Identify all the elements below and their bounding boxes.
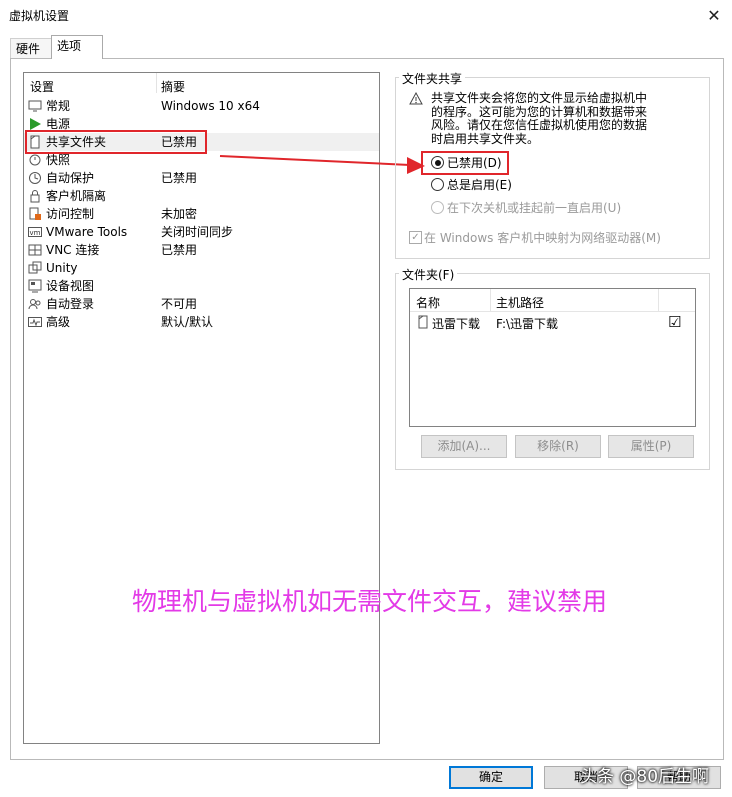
radio-disabled-label: 已禁用(D): [447, 156, 502, 170]
radio-until-poweroff[interactable]: [431, 201, 444, 214]
vnc-icon: [28, 243, 42, 257]
folder-icon: [417, 315, 429, 332]
monitor-icon: [28, 99, 42, 113]
radio-always-enabled[interactable]: [431, 178, 444, 191]
settings-item-device-view[interactable]: 设备视图: [24, 277, 379, 295]
annotation-text: 物理机与虚拟机如无需文件交互，建议禁用: [132, 587, 608, 616]
advanced-icon: [28, 315, 42, 329]
tab-hardware[interactable]: 硬件: [10, 38, 54, 59]
properties-button[interactable]: 属性(P): [608, 435, 694, 458]
settings-item-guest-isolation[interactable]: 客户机隔离: [24, 187, 379, 205]
settings-item-autologin[interactable]: 自动登录 不可用: [24, 295, 379, 313]
access-control-icon: [28, 207, 42, 221]
snapshot-icon: [28, 153, 42, 167]
svg-text:vm: vm: [30, 229, 41, 237]
shared-folders-highlight: [25, 130, 207, 154]
settings-column-header: 设置: [30, 80, 55, 94]
map-drive-checkbox[interactable]: ✓: [409, 231, 422, 244]
settings-item-vnc[interactable]: VNC 连接 已禁用: [24, 241, 379, 259]
folder-sharing-label: 文件夹共享: [399, 70, 466, 87]
users-icon: [28, 297, 42, 311]
radio-always-enabled-label: 总是启用(E): [447, 178, 512, 192]
play-icon: [28, 117, 42, 131]
folders-label: 文件夹(F): [399, 266, 458, 283]
settings-item-vmware-tools[interactable]: vm VMware Tools 关闭时间同步: [24, 223, 379, 241]
settings-item-general[interactable]: 常规 Windows 10 x64: [24, 97, 379, 115]
watermark: 头条 @80后生啊: [580, 767, 710, 787]
radio-until-poweroff-label: 在下次关机或挂起前一直启用(U): [447, 201, 622, 215]
remove-button[interactable]: 移除(R): [515, 435, 601, 458]
clock-icon: [28, 171, 42, 185]
folder-enabled-checkbox[interactable]: ☑: [668, 313, 681, 331]
settings-item-unity[interactable]: Unity: [24, 259, 379, 277]
folders-table-header: [410, 289, 695, 312]
folders-col-name: 名称: [416, 296, 441, 310]
window-title: 虚拟机设置: [9, 9, 70, 23]
lock-icon: [28, 189, 42, 203]
folder-name: 迅雷下载: [432, 317, 481, 331]
vmware-icon: vm: [28, 225, 42, 239]
tab-options[interactable]: 选项: [51, 35, 103, 59]
warning-icon: [409, 91, 423, 108]
table-row[interactable]: 迅雷下载 F:\迅雷下载 ☑: [410, 312, 695, 332]
summary-column-header: 摘要: [161, 80, 186, 94]
folders-col-path: 主机路径: [496, 296, 545, 310]
title-bar: [0, 0, 732, 30]
device-view-icon: [28, 279, 42, 293]
unity-icon: [28, 261, 42, 275]
radio-disabled[interactable]: [431, 156, 444, 169]
add-button[interactable]: 添加(A)...: [421, 435, 507, 458]
folders-table: 名称 主机路径 迅雷下载 F:\迅雷下载 ☑: [409, 288, 696, 427]
settings-item-access-control[interactable]: 访问控制 未加密: [24, 205, 379, 223]
close-button[interactable]: ✕: [700, 2, 728, 28]
ok-button[interactable]: 确定: [449, 766, 533, 789]
map-drive-label: 在 Windows 客户机中映射为网络驱动器(M): [424, 231, 661, 245]
folder-path: F:\迅雷下载: [496, 317, 559, 331]
settings-item-advanced[interactable]: 高级 默认/默认: [24, 313, 379, 331]
warning-text: 共享文件夹会将您的文件显示给虚拟机中 的程序。这可能为您的计算机和数据带来 风险…: [431, 91, 648, 146]
